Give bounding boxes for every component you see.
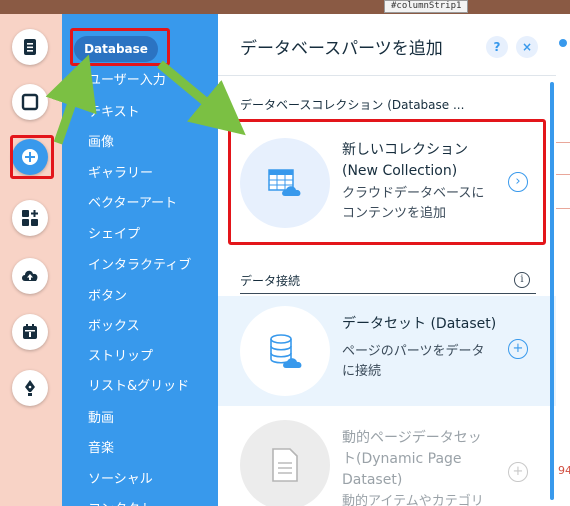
dataset-desc: ページのパーツをデータ — [342, 344, 485, 359]
category-item[interactable]: ソーシャル — [88, 468, 153, 487]
dataset-database-icon — [240, 306, 330, 396]
column-strip-label: #columnStrip1 — [384, 0, 469, 13]
close-button[interactable]: × — [516, 36, 538, 58]
category-item[interactable]: 画像 — [88, 131, 114, 150]
canvas-line — [556, 142, 570, 143]
canvas-line — [556, 208, 570, 209]
category-item[interactable]: シェイプ — [88, 223, 140, 242]
canvas-line — [556, 174, 570, 175]
add-database-panel: データベースパーツを追加 ? × データベースコレクション (Database … — [218, 14, 556, 506]
dynamic-page-dataset-item[interactable]: 動的ページデータセッ ト(Dynamic Page Dataset) 動的アイテ… — [218, 406, 556, 506]
chevron-right-icon[interactable]: › — [508, 172, 528, 192]
category-item[interactable]: ボックス — [88, 315, 140, 334]
dynamic-dataset-title: 動的ページデータセッ — [342, 430, 482, 446]
add-icon[interactable] — [12, 139, 48, 175]
dynamic-page-icon — [240, 420, 330, 506]
panel-header: データベースパーツを追加 ? × — [218, 14, 556, 76]
blog-pen-icon[interactable] — [12, 370, 48, 406]
dynamic-dataset-desc: 動的アイテムやカテゴリ — [342, 494, 484, 506]
new-collection-desc: コンテンツを追加 — [342, 206, 447, 221]
category-item[interactable]: ベクターアート — [88, 192, 177, 211]
category-item[interactable]: ボタン — [88, 285, 127, 304]
panel-scrollbar[interactable] — [550, 82, 554, 500]
canvas-top-strip — [0, 0, 570, 14]
app-market-icon[interactable] — [12, 200, 48, 236]
category-item[interactable]: テキスト — [88, 101, 140, 120]
canvas-right-area — [556, 14, 570, 506]
category-item[interactable]: ユーザー入力 — [88, 69, 166, 88]
section-divider — [240, 293, 536, 294]
pages-icon[interactable] — [12, 29, 48, 65]
category-item[interactable]: ギャラリー — [88, 162, 153, 181]
bookings-icon[interactable] — [12, 314, 48, 350]
dataset-desc: に接続 — [342, 364, 382, 379]
category-item[interactable]: 動画 — [88, 407, 114, 426]
panel-title: データベースパーツを追加 — [240, 39, 443, 59]
new-collection-desc: クラウドデータベースに — [342, 186, 485, 201]
new-collection-item[interactable]: 新しいコレクション (New Collection) クラウドデータベースに コ… — [218, 122, 556, 248]
dynamic-dataset-title: Dataset) — [342, 472, 403, 488]
category-item[interactable]: ストリップ — [88, 345, 153, 364]
canvas-text: 94 — [558, 464, 570, 477]
category-item[interactable]: リスト&グリッド — [88, 375, 189, 394]
upload-icon[interactable] — [12, 258, 48, 294]
category-list: Database ユーザー入力 テキスト 画像 ギャラリー ベクターアート シェ… — [62, 14, 218, 506]
category-database[interactable]: Database — [74, 36, 158, 62]
category-item[interactable]: コンタクト — [88, 498, 153, 506]
dataset-item[interactable]: データセット (Dataset) ページのパーツをデータ に接続 + — [218, 296, 556, 406]
section-title-data-connection: データ接続 — [240, 274, 301, 288]
section-title-collections: データベースコレクション (Database ... — [240, 98, 465, 112]
info-icon[interactable]: i — [514, 272, 530, 288]
dynamic-dataset-title: ト(Dynamic Page — [342, 451, 462, 467]
canvas-dot — [559, 39, 567, 47]
background-icon[interactable] — [12, 84, 48, 120]
new-collection-title-en: (New Collection) — [342, 163, 458, 179]
category-item[interactable]: インタラクティブ — [88, 254, 191, 273]
add-dataset-icon[interactable]: + — [508, 339, 528, 359]
help-button[interactable]: ? — [486, 36, 508, 58]
new-collection-title: 新しいコレクション — [342, 142, 468, 158]
left-toolbar — [0, 14, 62, 506]
add-dynamic-dataset-icon[interactable]: + — [508, 462, 528, 482]
category-item[interactable]: 音楽 — [88, 437, 114, 456]
dataset-title: データセット (Dataset) — [342, 316, 497, 332]
collection-table-icon — [240, 138, 330, 228]
